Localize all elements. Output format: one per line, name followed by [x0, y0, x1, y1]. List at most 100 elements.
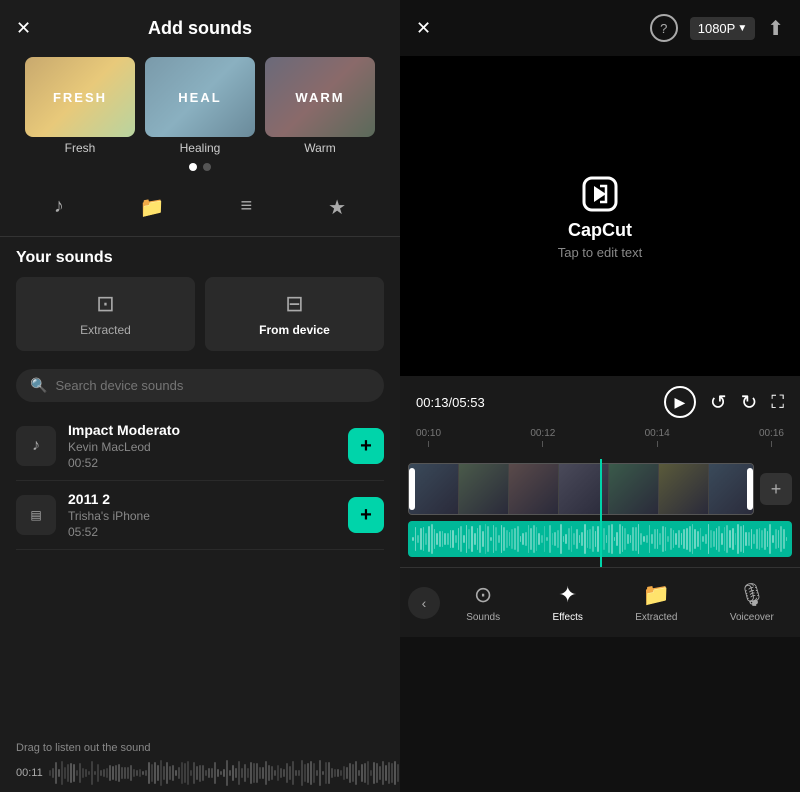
source-from-device[interactable]: ⊟ From device	[205, 277, 384, 351]
play-button[interactable]: ▶	[664, 386, 696, 418]
toolbar-item-effects[interactable]: ✦ Effects	[542, 576, 592, 629]
sound-item-duration-2011: 05:52	[68, 525, 336, 539]
sound-item-impact[interactable]: ♪ Impact Moderato Kevin MacLeod 00:52 +	[16, 412, 384, 481]
from-device-icon: ⊟	[285, 291, 303, 317]
tab-favorites[interactable]: ★	[316, 191, 358, 224]
extracted-toolbar-label: Extracted	[635, 612, 677, 623]
timeline-ruler: 00:10 00:12 00:14 00:16	[416, 424, 784, 451]
add-button-impact[interactable]: +	[348, 428, 384, 464]
ruler-tick-label-2: 00:12	[530, 428, 555, 439]
quality-chevron-icon: ▼	[737, 23, 747, 34]
waveform-area: Drag to listen out the sound 00:11	[0, 734, 400, 792]
add-sounds-title: Add sounds	[148, 18, 252, 39]
sound-card-fresh[interactable]: FRESH Fresh	[25, 57, 135, 155]
add-track-button[interactable]: +	[760, 473, 792, 505]
tick-line-4	[771, 441, 772, 447]
timeline-controls: 00:13/05:53 ▶ ↺ ↻ ⛶ 00:10 00:12	[400, 376, 800, 459]
quality-selector[interactable]: 1080P ▼	[690, 17, 756, 40]
quality-label: 1080P	[698, 21, 736, 36]
playhead	[600, 459, 602, 567]
time-display: 00:13/05:53	[416, 395, 485, 410]
export-button[interactable]: ⬆	[767, 16, 784, 41]
sound-item-icon-impact: ♪	[16, 426, 56, 466]
extracted-toolbar-icon: 📁	[643, 582, 670, 608]
search-input[interactable]	[55, 378, 370, 393]
clip-handle-right[interactable]	[747, 468, 753, 510]
your-sounds-section: Your sounds ⊡ Extracted ⊟ From device	[0, 237, 400, 359]
sound-card-fresh-name: Fresh	[65, 141, 96, 155]
sound-card-warm-thumb[interactable]: WARM	[265, 57, 375, 137]
tab-tiktok[interactable]: ♪	[42, 191, 76, 224]
sound-card-healing[interactable]: HEAL Healing	[145, 57, 255, 155]
pagination-dot-1[interactable]	[189, 163, 197, 171]
ruler-tick-4: 00:16	[759, 428, 784, 447]
fullscreen-button[interactable]: ⛶	[771, 392, 784, 413]
toolbar-item-extracted[interactable]: 📁 Extracted	[625, 576, 687, 629]
ruler-ticks: 00:10 00:12 00:14 00:16	[416, 428, 784, 447]
sound-card-warm[interactable]: WARM Warm	[265, 57, 375, 155]
left-header: ✕ Add sounds	[0, 0, 400, 57]
sounds-icon: ⊙	[474, 582, 492, 608]
extracted-label: Extracted	[80, 323, 131, 337]
sound-card-fresh-thumb[interactable]: FRESH	[25, 57, 135, 137]
toolbar-item-voiceover[interactable]: 🎙 Voiceover	[720, 576, 784, 629]
sound-card-warm-label: WARM	[265, 57, 375, 137]
right-header-right: ? 1080P ▼ ⬆	[650, 14, 784, 42]
video-clip[interactable]	[408, 463, 754, 515]
tick-line-1	[428, 441, 429, 447]
effects-label: Effects	[552, 612, 582, 623]
waveform-time: 00:11	[16, 767, 43, 779]
sound-cards-wrapper: FRESH Fresh HEAL Healing WARM Warm	[0, 57, 400, 155]
effects-icon: ✦	[558, 582, 576, 608]
tab-folder[interactable]: 📁	[128, 191, 177, 224]
ruler-tick-label-4: 00:16	[759, 428, 784, 439]
voiceover-label: Voiceover	[730, 612, 774, 623]
sound-card-healing-thumb[interactable]: HEAL	[145, 57, 255, 137]
your-sounds-title: Your sounds	[16, 249, 384, 267]
pagination	[0, 155, 400, 183]
redo-button[interactable]: ↻	[741, 390, 758, 415]
toolbar-collapse-button[interactable]: ‹	[408, 587, 440, 619]
search-bar[interactable]: 🔍	[16, 369, 384, 402]
tabs-row: ♪ 📁 ≡ ★	[0, 183, 400, 237]
waveform-bars[interactable]	[49, 758, 400, 788]
tick-line-3	[657, 441, 658, 447]
timeline-track-area: +	[400, 459, 800, 567]
source-extracted[interactable]: ⊡ Extracted	[16, 277, 195, 351]
extracted-icon: ⊡	[96, 291, 114, 317]
right-panel: ✕ ? 1080P ▼ ⬆ CapCut Tap to edit text 00…	[400, 0, 800, 792]
sound-item-artist-impact: Kevin MacLeod	[68, 440, 336, 454]
tap-to-edit-text[interactable]: Tap to edit text	[558, 245, 643, 260]
waveform-row: 00:11	[16, 758, 384, 788]
pagination-dot-2[interactable]	[203, 163, 211, 171]
sound-item-icon-2011: ▤	[16, 495, 56, 535]
left-panel: ✕ Add sounds FRESH Fresh HEAL Healing WA…	[0, 0, 400, 792]
ruler-tick-label-1: 00:10	[416, 428, 441, 439]
sound-item-info-impact: Impact Moderato Kevin MacLeod 00:52	[68, 422, 336, 470]
ruler-tick-2: 00:12	[530, 428, 555, 447]
add-button-2011[interactable]: +	[348, 497, 384, 533]
undo-button[interactable]: ↺	[710, 390, 727, 415]
sound-item-artist-2011: Trisha's iPhone	[68, 509, 336, 523]
sound-list: ♪ Impact Moderato Kevin MacLeod 00:52 + …	[0, 412, 400, 734]
clip-thumbnails	[409, 464, 753, 514]
voiceover-icon: 🎙	[738, 582, 766, 608]
from-device-label: From device	[259, 323, 330, 337]
close-button-right[interactable]: ✕	[416, 18, 431, 39]
toolbar-item-sounds[interactable]: ⊙ Sounds	[456, 576, 510, 629]
ruler-tick-1: 00:10	[416, 428, 441, 447]
bottom-toolbar: ‹ ⊙ Sounds ✦ Effects 📁 Extracted 🎙 Voice…	[400, 567, 800, 637]
sound-source-row: ⊡ Extracted ⊟ From device	[16, 277, 384, 351]
sound-item-info-2011: 2011 2 Trisha's iPhone 05:52	[68, 491, 336, 539]
sound-cards-row: FRESH Fresh HEAL Healing WARM Warm	[16, 57, 384, 155]
capcut-icon	[578, 172, 622, 216]
help-button[interactable]: ?	[650, 14, 678, 42]
sound-item-2011[interactable]: ▤ 2011 2 Trisha's iPhone 05:52 +	[16, 481, 384, 550]
clip-handle-left[interactable]	[409, 468, 415, 510]
tab-list[interactable]: ≡	[229, 191, 265, 224]
capcut-logo: CapCut Tap to edit text	[558, 172, 643, 260]
right-header: ✕ ? 1080P ▼ ⬆	[400, 0, 800, 56]
close-button-left[interactable]: ✕	[16, 18, 31, 39]
video-preview[interactable]: CapCut Tap to edit text	[400, 56, 800, 376]
playback-buttons: ▶ ↺ ↻ ⛶	[664, 386, 784, 418]
